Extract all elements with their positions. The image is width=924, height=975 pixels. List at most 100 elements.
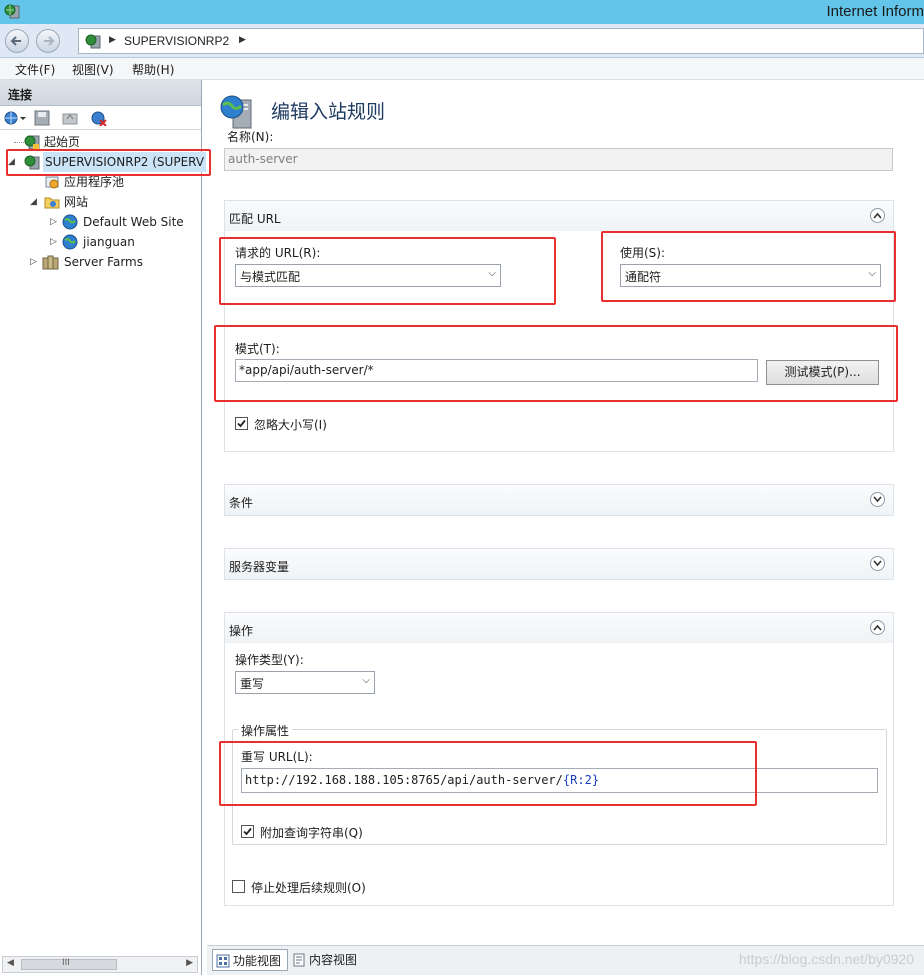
app-pool-icon [45, 176, 59, 189]
using-value: 通配符 [625, 270, 662, 284]
start-page-icon [24, 135, 40, 150]
tree-item-label: 起始页 [44, 135, 81, 149]
expand-arrow-icon[interactable]: ▷ [50, 212, 57, 232]
menu-help[interactable]: 帮助(H) [132, 61, 174, 78]
window-title-bar: Internet Inform [0, 0, 924, 24]
rewrite-url-brace-close: } [591, 773, 600, 787]
features-view-icon [216, 954, 230, 968]
navigation-bar: ▶ SUPERVISIONRP2 ▶ [0, 24, 924, 58]
features-view-tab[interactable]: 功能视图 [212, 949, 288, 971]
tree-item-default-web-site[interactable]: ▷ Default Web Site [0, 212, 200, 232]
action-header[interactable]: 操作 [225, 613, 893, 643]
expand-button[interactable] [870, 556, 885, 571]
server-variables-section: 服务器变量 [224, 548, 894, 580]
menu-view[interactable]: 视图(V) [72, 61, 114, 78]
server-icon [85, 34, 101, 49]
action-type-label: 操作类型(Y): [235, 653, 304, 667]
features-view-label: 功能视图 [233, 954, 282, 968]
using-select[interactable]: 通配符 ⌵ [620, 264, 881, 287]
chevron-down-icon: ⌵ [362, 675, 370, 686]
tree-item-sites[interactable]: ◢ 网站 [0, 192, 200, 212]
scrollbar-thumb[interactable]: III [21, 958, 117, 970]
append-query-label[interactable]: 附加查询字符串(Q) [260, 824, 363, 841]
requested-url-select[interactable]: 与模式匹配 ⌵ [235, 264, 501, 287]
server-farms-icon [42, 255, 59, 270]
name-field[interactable]: auth-server [224, 148, 893, 171]
tree-item-label: jianguan [83, 235, 135, 249]
server-variables-header[interactable]: 服务器变量 [225, 549, 893, 579]
disconnect-icon[interactable] [90, 110, 108, 126]
arrow-left-icon [10, 36, 21, 46]
tree-horizontal-scrollbar[interactable]: ◀ III ▶ [2, 956, 198, 973]
forward-button[interactable] [36, 29, 60, 53]
chevron-down-icon [873, 496, 882, 503]
sites-folder-icon [44, 197, 60, 209]
match-url-header[interactable]: 匹配 URL [225, 201, 893, 231]
breadcrumb-server[interactable]: SUPERVISIONRP2 [124, 34, 229, 48]
tree-item-server-farms[interactable]: ▷ Server Farms [0, 252, 200, 272]
action-properties-group: 操作属性 重写 URL(L): http://192.168.188.105:8… [232, 722, 887, 845]
tree-item-label: Default Web Site [83, 215, 184, 229]
requested-url-label: 请求的 URL(R): [235, 246, 321, 260]
tree-item-server[interactable]: ◢ SUPERVISIONRP2 (SUPERV [0, 152, 207, 172]
tree-item-label: 应用程序池 [64, 175, 125, 189]
conditions-header[interactable]: 条件 [225, 485, 893, 515]
action-type-value: 重写 [240, 677, 265, 691]
tree-item-start-page[interactable]: 起始页 [0, 132, 200, 152]
iis-app-icon [4, 4, 20, 19]
rewrite-url-variable: R:2 [570, 773, 592, 787]
expand-arrow-icon[interactable]: ▷ [50, 232, 57, 252]
append-query-checkbox[interactable] [241, 825, 254, 838]
address-bar[interactable]: ▶ SUPERVISIONRP2 ▶ [78, 28, 924, 54]
tree-item-app-pools[interactable]: 应用程序池 [0, 172, 200, 192]
test-pattern-button[interactable]: 测试模式(P)... [766, 360, 879, 385]
section-title: 服务器变量 [229, 560, 290, 574]
stop-processing-checkbox[interactable] [232, 880, 245, 893]
expand-button[interactable] [870, 492, 885, 507]
scroll-right-icon[interactable]: ▶ [186, 958, 193, 968]
pattern-field[interactable]: *app/api/auth-server/* [235, 359, 758, 382]
action-properties-title: 操作属性 [238, 722, 293, 739]
tree-item-label: 网站 [64, 195, 89, 209]
window-title: Internet Inform [826, 3, 924, 20]
collapse-arrow-icon[interactable]: ◢ [30, 192, 37, 212]
content-view-tab[interactable]: 内容视图 [289, 949, 369, 971]
pattern-label: 模式(T): [235, 342, 280, 356]
ignore-case-checkbox[interactable] [235, 417, 248, 430]
section-title: 匹配 URL [229, 212, 281, 226]
checkmark-icon [237, 419, 246, 428]
tree-item-label: Server Farms [64, 255, 143, 269]
chevron-up-icon [873, 624, 882, 631]
rewrite-url-label: 重写 URL(L): [241, 750, 313, 764]
section-title: 条件 [229, 496, 254, 510]
tree-item-label: SUPERVISIONRP2 (SUPERV [43, 152, 207, 172]
match-url-section: 匹配 URL 请求的 URL(R): 与模式匹配 ⌵ 使用(S): 通配符 ⌵ … [224, 200, 894, 452]
chevron-up-icon [873, 212, 882, 219]
expand-arrow-icon[interactable]: ▷ [30, 252, 37, 272]
section-title: 操作 [229, 624, 254, 638]
scroll-left-icon[interactable]: ◀ [7, 958, 14, 968]
requested-url-value: 与模式匹配 [240, 270, 301, 284]
back-button[interactable] [5, 29, 29, 53]
globe-icon [62, 214, 78, 230]
main-content: 编辑入站规则 名称(N): auth-server 匹配 URL 请求的 URL… [207, 80, 924, 945]
tree-item-jianguan[interactable]: ▷ jianguan [0, 232, 200, 252]
connections-header: 连接 [0, 80, 201, 106]
server-icon [24, 155, 40, 170]
content-view-icon [293, 953, 305, 967]
stop-processing-label[interactable]: 停止处理后续规则(O) [251, 879, 366, 896]
rewrite-url-field[interactable]: http://192.168.188.105:8765/api/auth-ser… [241, 768, 878, 793]
conditions-section: 条件 [224, 484, 894, 516]
breadcrumb-arrow-icon[interactable]: ▶ [109, 35, 116, 45]
action-type-select[interactable]: 重写 ⌵ [235, 671, 375, 694]
breadcrumb-arrow-icon[interactable]: ▶ [239, 35, 246, 45]
menu-file[interactable]: 文件(F) [15, 61, 55, 78]
save-icon[interactable] [34, 110, 50, 126]
collapse-button[interactable] [870, 620, 885, 635]
connect-globe-icon[interactable] [4, 110, 26, 126]
collapse-arrow-icon[interactable]: ◢ [8, 152, 15, 172]
up-folder-icon[interactable] [62, 110, 78, 126]
ignore-case-label[interactable]: 忽略大小写(I) [254, 416, 327, 433]
collapse-button[interactable] [870, 208, 885, 223]
connections-panel: 连接 起始页 ◢ SUPERVISIONRP2 (SUPERV 应用程序池 ◢ … [0, 80, 207, 975]
